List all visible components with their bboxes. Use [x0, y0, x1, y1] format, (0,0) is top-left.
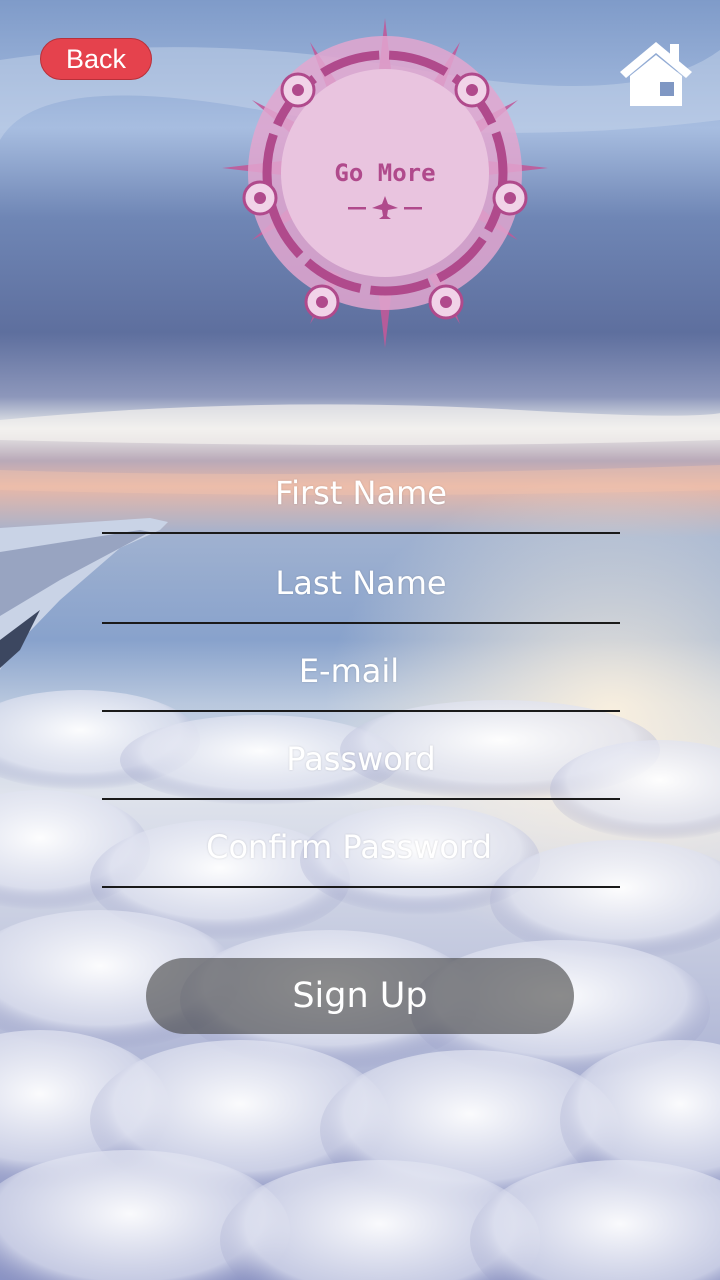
first-name-placeholder: First Name: [275, 474, 447, 512]
email-placeholder: E-mail: [298, 652, 400, 690]
first-name-field[interactable]: First Name: [102, 474, 620, 534]
last-name-field[interactable]: Last Name: [102, 564, 620, 624]
sign-up-button[interactable]: Sign Up: [146, 958, 574, 1034]
home-icon[interactable]: [618, 38, 694, 110]
logo-title: Go More: [334, 159, 435, 187]
email-field[interactable]: E-mail: [102, 652, 620, 712]
confirm-password-field[interactable]: Confirm Password: [102, 828, 620, 888]
back-button[interactable]: Back: [40, 38, 152, 80]
last-name-placeholder: Last Name: [275, 564, 447, 602]
password-field[interactable]: Password: [102, 740, 620, 800]
confirm-password-placeholder: Confirm Password: [206, 828, 492, 866]
password-placeholder: Password: [286, 740, 436, 778]
go-more-logo: Go More: [222, 18, 548, 348]
